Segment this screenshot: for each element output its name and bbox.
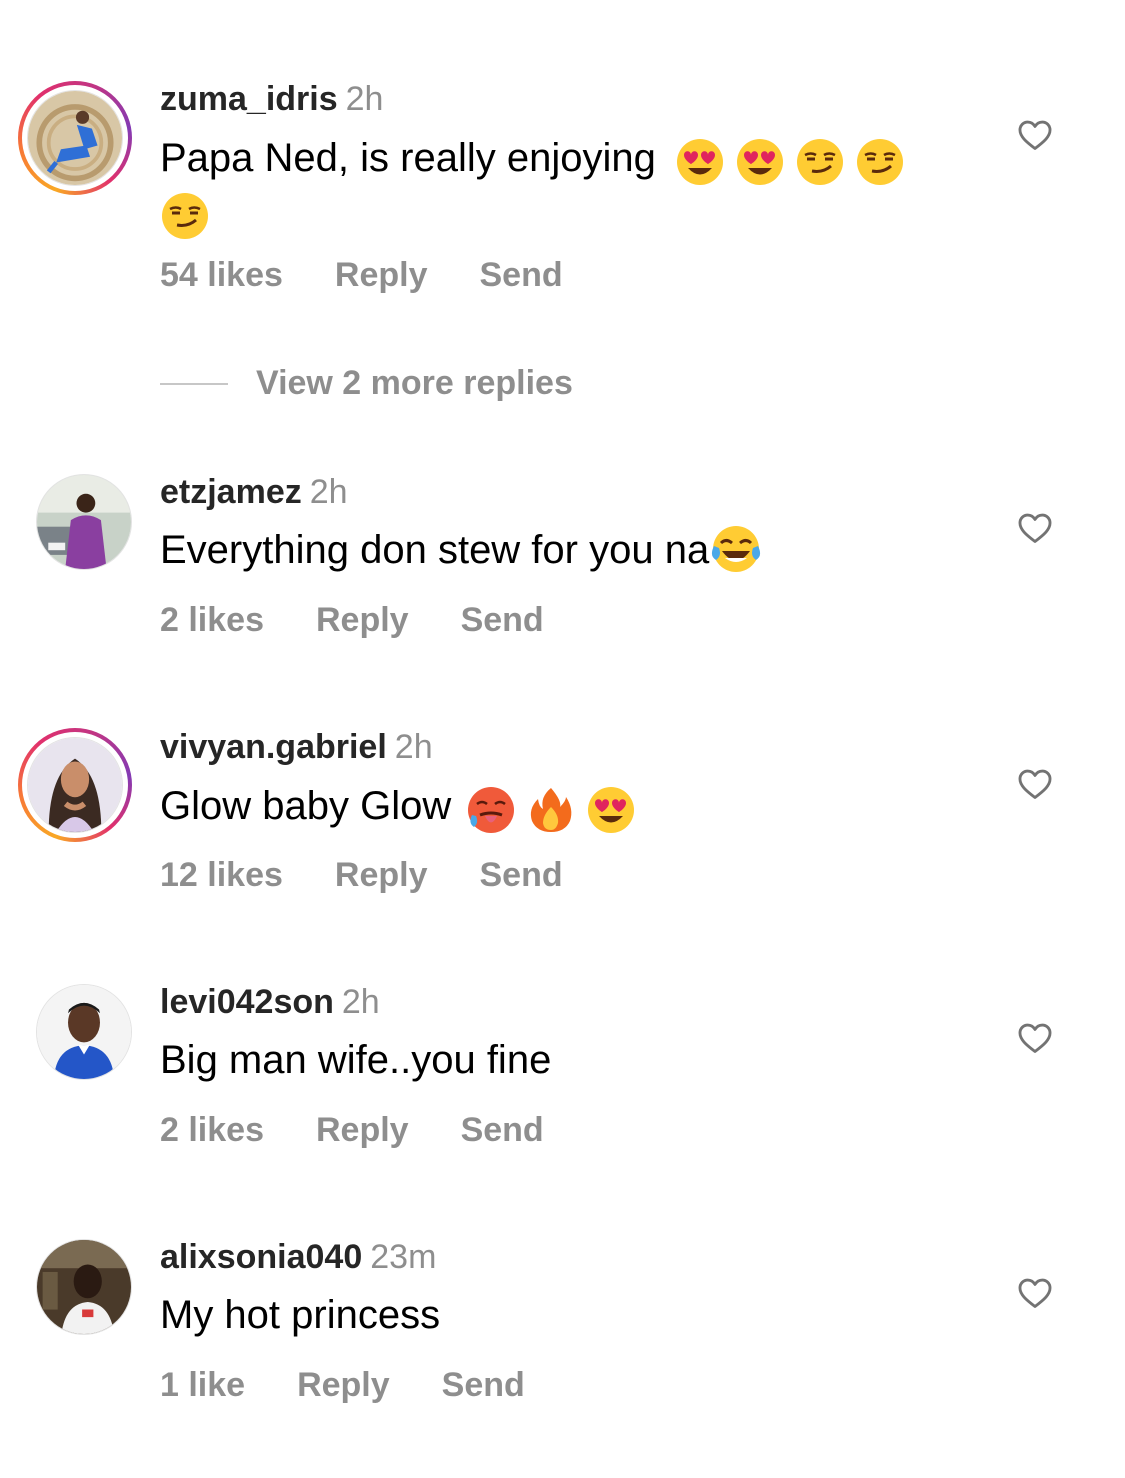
avatar — [36, 984, 132, 1080]
reply-button[interactable]: Reply — [335, 855, 428, 895]
hot-face-emoji-icon — [466, 785, 516, 835]
tears-of-joy-emoji-icon — [711, 524, 761, 574]
comment-username[interactable]: etzjamez — [160, 473, 302, 511]
comment-time: 23m — [370, 1238, 437, 1276]
comment-time: 2h — [309, 473, 348, 511]
comment-time: 2h — [394, 728, 433, 766]
comment-text: Papa Ned, is really enjoying — [160, 136, 656, 180]
avatar — [27, 737, 123, 833]
comment-text-block: My hot princess — [160, 1289, 960, 1341]
comment-text-block: Everything don stew for you na — [160, 524, 960, 576]
comment-text-block: Glow baby Glow — [160, 780, 960, 835]
comment-username[interactable]: zuma_idris — [160, 80, 338, 118]
fire-emoji-icon — [526, 785, 576, 835]
heart-outline-icon[interactable] — [1016, 1019, 1054, 1057]
comment-time: 2h — [341, 983, 380, 1021]
heart-outline-icon[interactable] — [1016, 1274, 1054, 1312]
comment-text: My hot princess — [160, 1293, 441, 1337]
avatar — [27, 90, 123, 186]
avatar-wrapper[interactable] — [36, 984, 132, 1080]
reply-button[interactable]: Reply — [316, 1110, 409, 1150]
comment-text-block: Big man wife..you fine — [160, 1034, 960, 1086]
comment-text: Big man wife..you fine — [160, 1038, 552, 1082]
avatar — [36, 1239, 132, 1335]
smirk-emoji-icon — [795, 137, 845, 187]
replies-divider-line — [160, 382, 228, 385]
send-button[interactable]: Send — [461, 1110, 544, 1150]
heart-eyes-emoji-icon — [586, 785, 636, 835]
view-more-replies-label: View 2 more replies — [256, 364, 573, 402]
send-button[interactable]: Send — [479, 855, 562, 895]
comment-username[interactable]: levi042son — [160, 983, 334, 1021]
smirk-emoji-icon — [855, 137, 905, 187]
comment-text-block: Papa Ned, is really enjoying — [160, 132, 960, 241]
comment-username[interactable]: alixsonia040 — [160, 1238, 362, 1276]
avatar-story-ring[interactable] — [18, 81, 132, 195]
avatar-story-ring[interactable] — [18, 728, 132, 842]
comment-likes[interactable]: 2 likes — [160, 1110, 264, 1150]
avatar — [36, 474, 132, 570]
heart-outline-icon[interactable] — [1016, 765, 1054, 803]
heart-eyes-emoji-icon — [675, 137, 725, 187]
comment-likes[interactable]: 54 likes — [160, 255, 283, 295]
comment-username[interactable]: vivyan.gabriel — [160, 728, 387, 766]
comment-time: 2h — [345, 80, 384, 118]
reply-button[interactable]: Reply — [335, 255, 428, 295]
send-button[interactable]: Send — [479, 255, 562, 295]
smirk-emoji-icon — [160, 191, 210, 241]
view-more-replies-button[interactable]: View 2 more replies — [160, 364, 573, 404]
send-button[interactable]: Send — [442, 1365, 525, 1405]
reply-button[interactable]: Reply — [316, 600, 409, 640]
avatar-wrapper[interactable] — [36, 1239, 132, 1335]
comment-likes[interactable]: 1 like — [160, 1365, 245, 1405]
heart-outline-icon[interactable] — [1016, 116, 1054, 154]
comment-likes[interactable]: 2 likes — [160, 600, 264, 640]
heart-outline-icon[interactable] — [1016, 509, 1054, 547]
comment-likes[interactable]: 12 likes — [160, 855, 283, 895]
comment-text: Everything don stew for you na — [160, 528, 710, 572]
avatar-wrapper[interactable] — [36, 474, 132, 570]
heart-eyes-emoji-icon — [735, 137, 785, 187]
reply-button[interactable]: Reply — [297, 1365, 390, 1405]
comment-text: Glow baby Glow — [160, 784, 452, 828]
send-button[interactable]: Send — [461, 600, 544, 640]
